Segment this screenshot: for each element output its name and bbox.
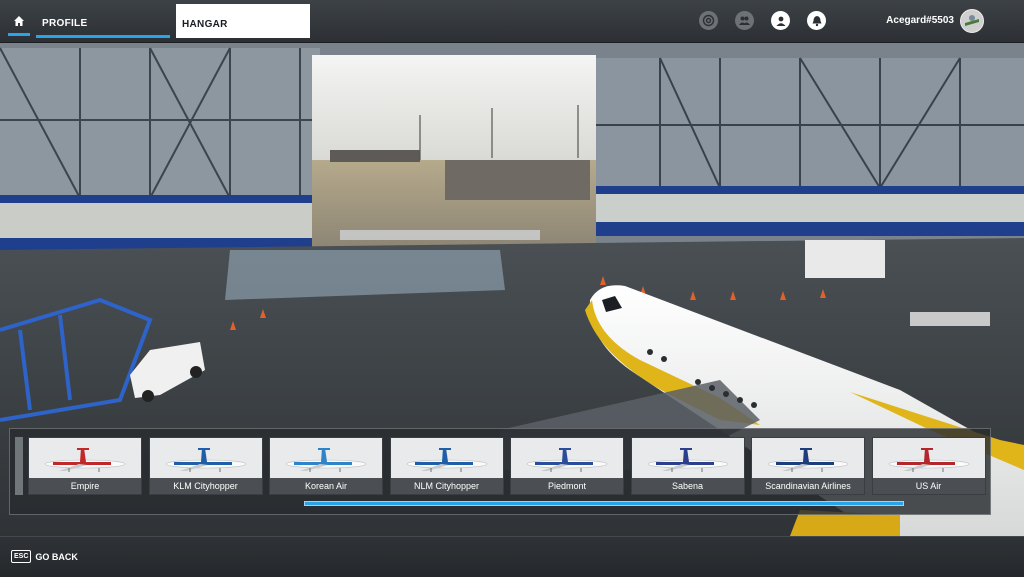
- home-icon: [14, 16, 24, 26]
- livery-aircraft-thumbnail: [872, 438, 985, 478]
- livery-card[interactable]: Empire: [28, 437, 142, 495]
- friends-icon: [739, 16, 750, 25]
- profile-button[interactable]: [771, 11, 790, 30]
- go-back-button[interactable]: ESC GO BACK: [11, 550, 78, 563]
- tab-hangar[interactable]: HANGAR: [176, 4, 310, 38]
- tab-profile-underline: [36, 35, 170, 38]
- left-hangar-wall: [0, 47, 320, 254]
- livery-aircraft-thumbnail: [631, 438, 744, 478]
- livery-card[interactable]: NLM Cityhopper: [389, 437, 504, 495]
- livery-card-label: NLM Cityhopper: [390, 478, 503, 494]
- livery-aircraft-thumbnail: [149, 438, 262, 478]
- livery-scrollbar[interactable]: [304, 501, 904, 506]
- activity-button[interactable]: [699, 11, 718, 30]
- livery-card[interactable]: Piedmont: [510, 437, 624, 495]
- hangar-door-opening: [312, 55, 596, 250]
- notifications-icon: [812, 15, 821, 26]
- livery-aircraft-thumbnail: [270, 438, 382, 478]
- home-underline: [8, 33, 30, 36]
- livery-card[interactable]: KLM Cityhopper: [148, 437, 263, 495]
- livery-card[interactable]: Sabena: [630, 437, 745, 495]
- tab-hangar-label: HANGAR: [182, 19, 228, 30]
- avatar-image: [961, 10, 983, 32]
- livery-card[interactable]: US Air: [871, 437, 986, 495]
- esc-key-icon: ESC: [11, 550, 32, 563]
- go-back-label: GO BACK: [35, 551, 78, 562]
- livery-scrollbar-thumb[interactable]: [305, 502, 903, 505]
- livery-card-label: KLM Cityhopper: [149, 478, 262, 494]
- home-button[interactable]: [8, 6, 30, 36]
- livery-strip-left-edge: [15, 437, 23, 495]
- livery-card-label: Sabena: [631, 478, 744, 494]
- livery-card-label: Empire: [29, 478, 141, 494]
- tab-profile-label: PROFILE: [42, 18, 88, 29]
- activity-icon: [702, 14, 715, 27]
- livery-card-label: Korean Air: [270, 478, 382, 494]
- tab-profile[interactable]: PROFILE: [36, 4, 170, 38]
- livery-aircraft-thumbnail: [511, 438, 623, 478]
- friends-button[interactable]: [735, 11, 754, 30]
- username[interactable]: Acegard#5503: [886, 15, 954, 26]
- livery-selector: Empire KLM Cityhopper Korean Air NLM Cityho…: [9, 428, 991, 515]
- livery-card-label: Scandinavian Airlines: [752, 478, 864, 494]
- livery-card-label: US Air: [872, 478, 985, 494]
- livery-aircraft-thumbnail: [29, 438, 141, 478]
- right-hangar-wall: [596, 57, 1024, 236]
- livery-card-label: Piedmont: [511, 478, 623, 494]
- notifications-button[interactable]: [807, 11, 826, 30]
- livery-card[interactable]: Korean Air: [269, 437, 383, 495]
- profile-icon: [776, 16, 785, 26]
- livery-aircraft-thumbnail: [752, 438, 864, 478]
- bottom-bar: ESC GO BACK: [0, 536, 1024, 577]
- livery-aircraft-thumbnail: [390, 438, 503, 478]
- livery-card[interactable]: Scandinavian Airlines: [751, 437, 865, 495]
- top-navigation-bar: PROFILE HANGAR Acegard#5503: [0, 0, 1024, 43]
- avatar[interactable]: [960, 9, 984, 33]
